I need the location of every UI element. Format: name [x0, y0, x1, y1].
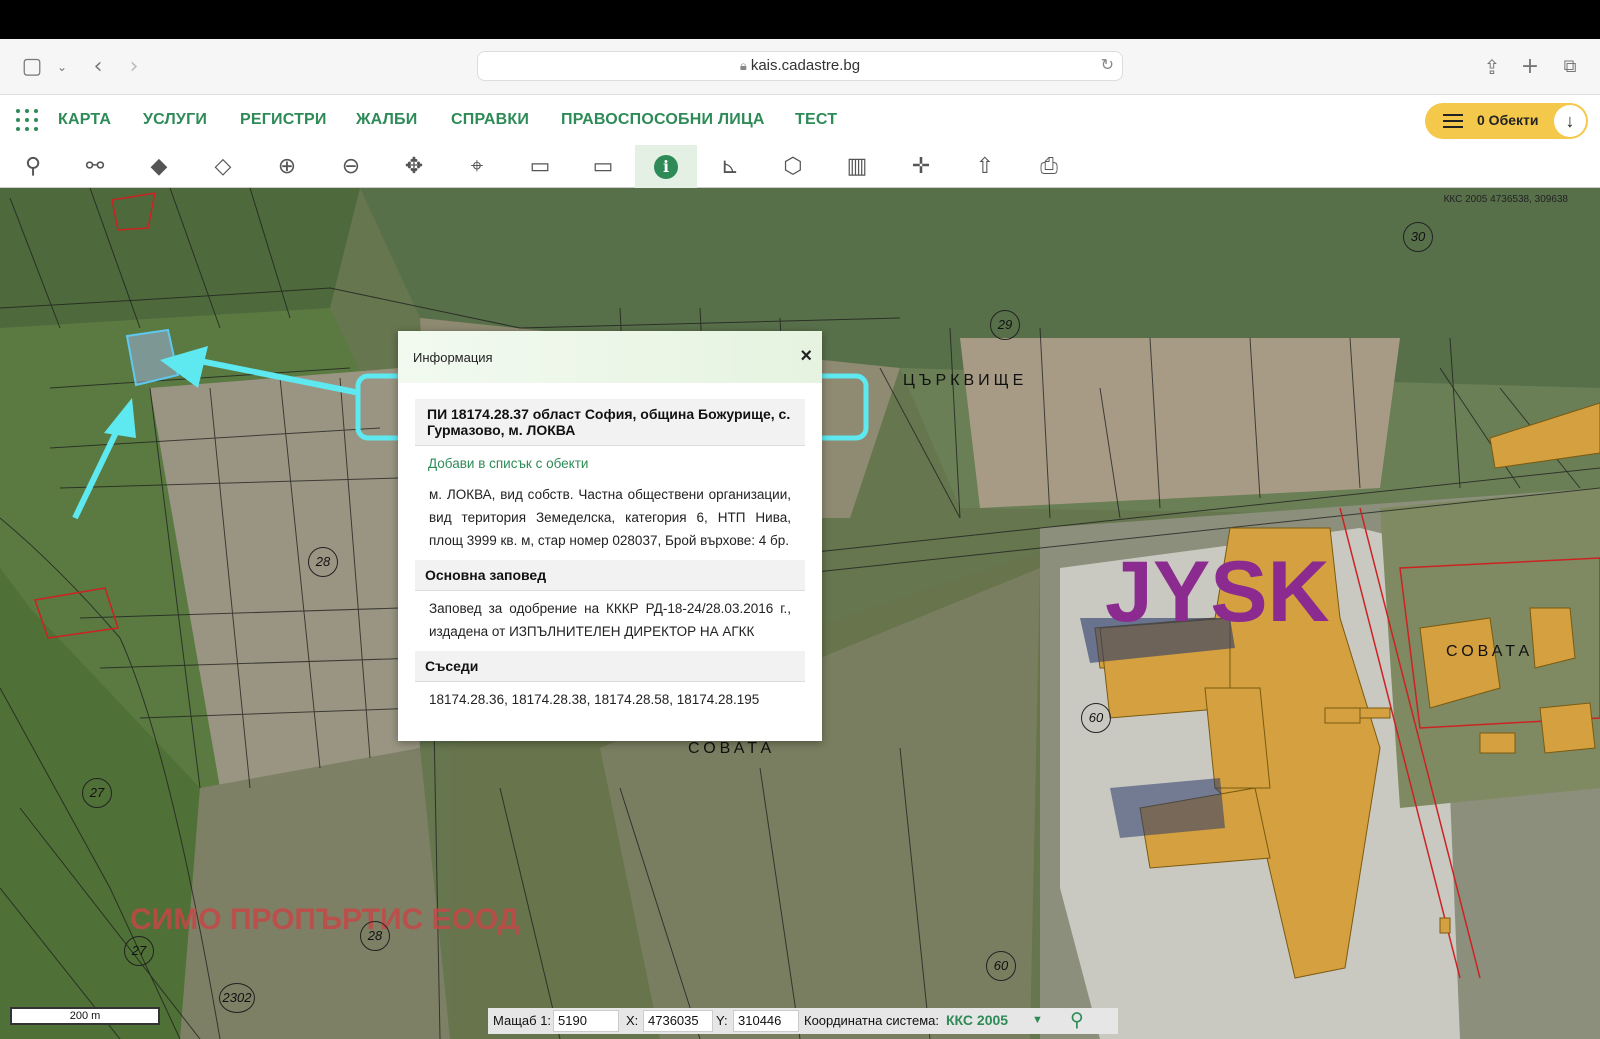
cs-dropdown-icon[interactable]: ▼	[1032, 1014, 1043, 1026]
parcel-number: 28	[308, 547, 338, 577]
parcel-number: 30	[1403, 222, 1433, 252]
browser-toolbar: ▢ ⌄ ‹ › 🔒︎ kais.cadastre.bg ↻ ⇪ + ⧉	[0, 39, 1600, 95]
y-input[interactable]: 310446	[733, 1010, 799, 1032]
search-icon[interactable]: ⚲	[1070, 1009, 1084, 1031]
status-footer: Мащаб 1: 5190 X: 4736035 Y: 310446 Коорд…	[488, 1008, 1118, 1034]
select-remove-icon[interactable]: ▭	[572, 145, 634, 188]
route-icon[interactable]: ⚯	[64, 145, 126, 188]
layers-icon[interactable]: ◇	[192, 145, 254, 188]
x-label: X:	[626, 1013, 639, 1028]
export-icon[interactable]: ⇧	[954, 145, 1016, 188]
popup-header: Информация ×	[398, 331, 822, 383]
select-add-icon[interactable]: ▭	[509, 145, 571, 188]
info-icon[interactable]: i	[635, 145, 697, 188]
new-tab-icon[interactable]: +	[1516, 53, 1544, 81]
jysk-label: JYSK	[1105, 544, 1330, 640]
scale-label: Мащаб 1:	[493, 1013, 552, 1028]
top-black-bar	[0, 0, 1600, 39]
download-arrow-icon[interactable]: ↓	[1554, 105, 1586, 137]
parcel-number: 2302	[219, 983, 255, 1013]
pan-icon[interactable]: ✥	[383, 145, 445, 188]
nav-item-karta[interactable]: КАРТА	[58, 111, 111, 129]
parcel-number: 27	[82, 778, 112, 808]
main-nav: КАРТА УСЛУГИ РЕГИСТРИ ЖАЛБИ СПРАВКИ ПРАВ…	[0, 95, 1600, 145]
marker-icon[interactable]: ⌖	[446, 145, 508, 188]
cs-label: Координатна система:	[804, 1013, 939, 1028]
objects-button[interactable]: 0 Обекти ↓	[1425, 103, 1588, 139]
nav-item-pravosposobni[interactable]: ПРАВОСПОСОБНИ ЛИЦА	[561, 111, 765, 129]
zoom-out-icon[interactable]: ⊖	[320, 145, 382, 188]
parcel-number: 28	[360, 921, 390, 951]
popup-title: Информация	[413, 350, 493, 365]
order-heading: Основна заповед	[415, 560, 805, 591]
share-icon[interactable]: ⇪	[1478, 53, 1506, 81]
neighbors-list: 18174.28.36, 18174.28.38, 18174.28.58, 1…	[429, 692, 760, 707]
measure-icon[interactable]: ⊾	[699, 145, 761, 188]
apps-grid-icon[interactable]	[16, 109, 38, 131]
x-input[interactable]: 4736035	[643, 1010, 713, 1032]
parcel-number: 27	[124, 936, 154, 966]
search-icon[interactable]: ⚲	[2, 145, 64, 188]
parcel-number: 60	[986, 951, 1016, 981]
lock-icon: 🔒︎	[739, 58, 747, 73]
close-icon[interactable]: ×	[800, 345, 812, 368]
chevron-down-icon[interactable]: ⌄	[48, 53, 76, 81]
cs-select[interactable]: ККС 2005	[946, 1012, 1008, 1028]
company-label: СИМО ПРОПЪРТИС ЕООД	[130, 903, 520, 936]
nav-item-registri[interactable]: РЕГИСТРИ	[240, 111, 327, 129]
map-toolbar: ⚲ ⚯ ◆ ◇ ⊕ ⊖ ✥ ⌖ ▭ ▭ i ⊾ ⬡ ▥ ✛ ⇧ ⎙	[0, 145, 1600, 188]
order-text: Заповед за одобрение на КККР РД-18-24/28…	[429, 601, 791, 639]
scale-bar: 200 m	[10, 1007, 160, 1025]
tabs-overview-icon[interactable]: ⧉	[1556, 53, 1584, 81]
polygon-icon[interactable]: ⬡	[762, 145, 824, 188]
menu-icon	[1443, 114, 1463, 128]
url-bar[interactable]: 🔒︎ kais.cadastre.bg ↻	[477, 51, 1123, 81]
y-label: Y:	[716, 1013, 728, 1028]
crosshair-icon[interactable]: ✛	[890, 145, 952, 188]
nav-item-spravki[interactable]: СПРАВКИ	[451, 111, 529, 129]
parcel-details: м. ЛОКВА, вид собств. Частна обществени …	[429, 487, 791, 548]
forward-icon[interactable]: ›	[120, 53, 148, 81]
parcel-number: 60	[1081, 703, 1111, 733]
scale-input[interactable]: 5190	[553, 1010, 619, 1032]
neighbors-heading: Съседи	[415, 651, 805, 682]
info-popup: Информация × ПИ 18174.28.37 област София…	[398, 331, 822, 741]
parcel-number: 29	[990, 310, 1020, 340]
back-icon[interactable]: ‹	[84, 53, 112, 81]
reload-icon[interactable]: ↻	[1101, 52, 1114, 80]
nav-item-test[interactable]: ТЕСТ	[795, 111, 837, 129]
map-label-tsarkvishte: ЦЪРКВИЩЕ	[903, 372, 1028, 389]
add-to-list-link[interactable]: Добави в списък с обекти	[398, 446, 822, 477]
print-icon[interactable]: ⎙	[1018, 145, 1080, 188]
nav-item-uslugi[interactable]: УСЛУГИ	[143, 111, 207, 129]
map-label-sovata: СОВАТА	[688, 740, 776, 757]
map-label-sovata-right: СОВАТА	[1446, 643, 1534, 660]
sidebar-toggle-icon[interactable]: ▢	[18, 53, 46, 81]
nav-item-zhalbi[interactable]: ЖАЛБИ	[356, 111, 417, 129]
parcel-heading: ПИ 18174.28.37 област София, община Божу…	[415, 399, 805, 446]
layers-filled-icon[interactable]: ◆	[128, 145, 190, 188]
objects-count: 0 Обекти	[1477, 112, 1539, 128]
url-text: kais.cadastre.bg	[750, 57, 861, 74]
zoom-in-icon[interactable]: ⊕	[256, 145, 318, 188]
coordinate-readout: ККС 2005 4736538, 309638	[1443, 194, 1568, 205]
map-book-icon[interactable]: ▥	[826, 145, 888, 188]
